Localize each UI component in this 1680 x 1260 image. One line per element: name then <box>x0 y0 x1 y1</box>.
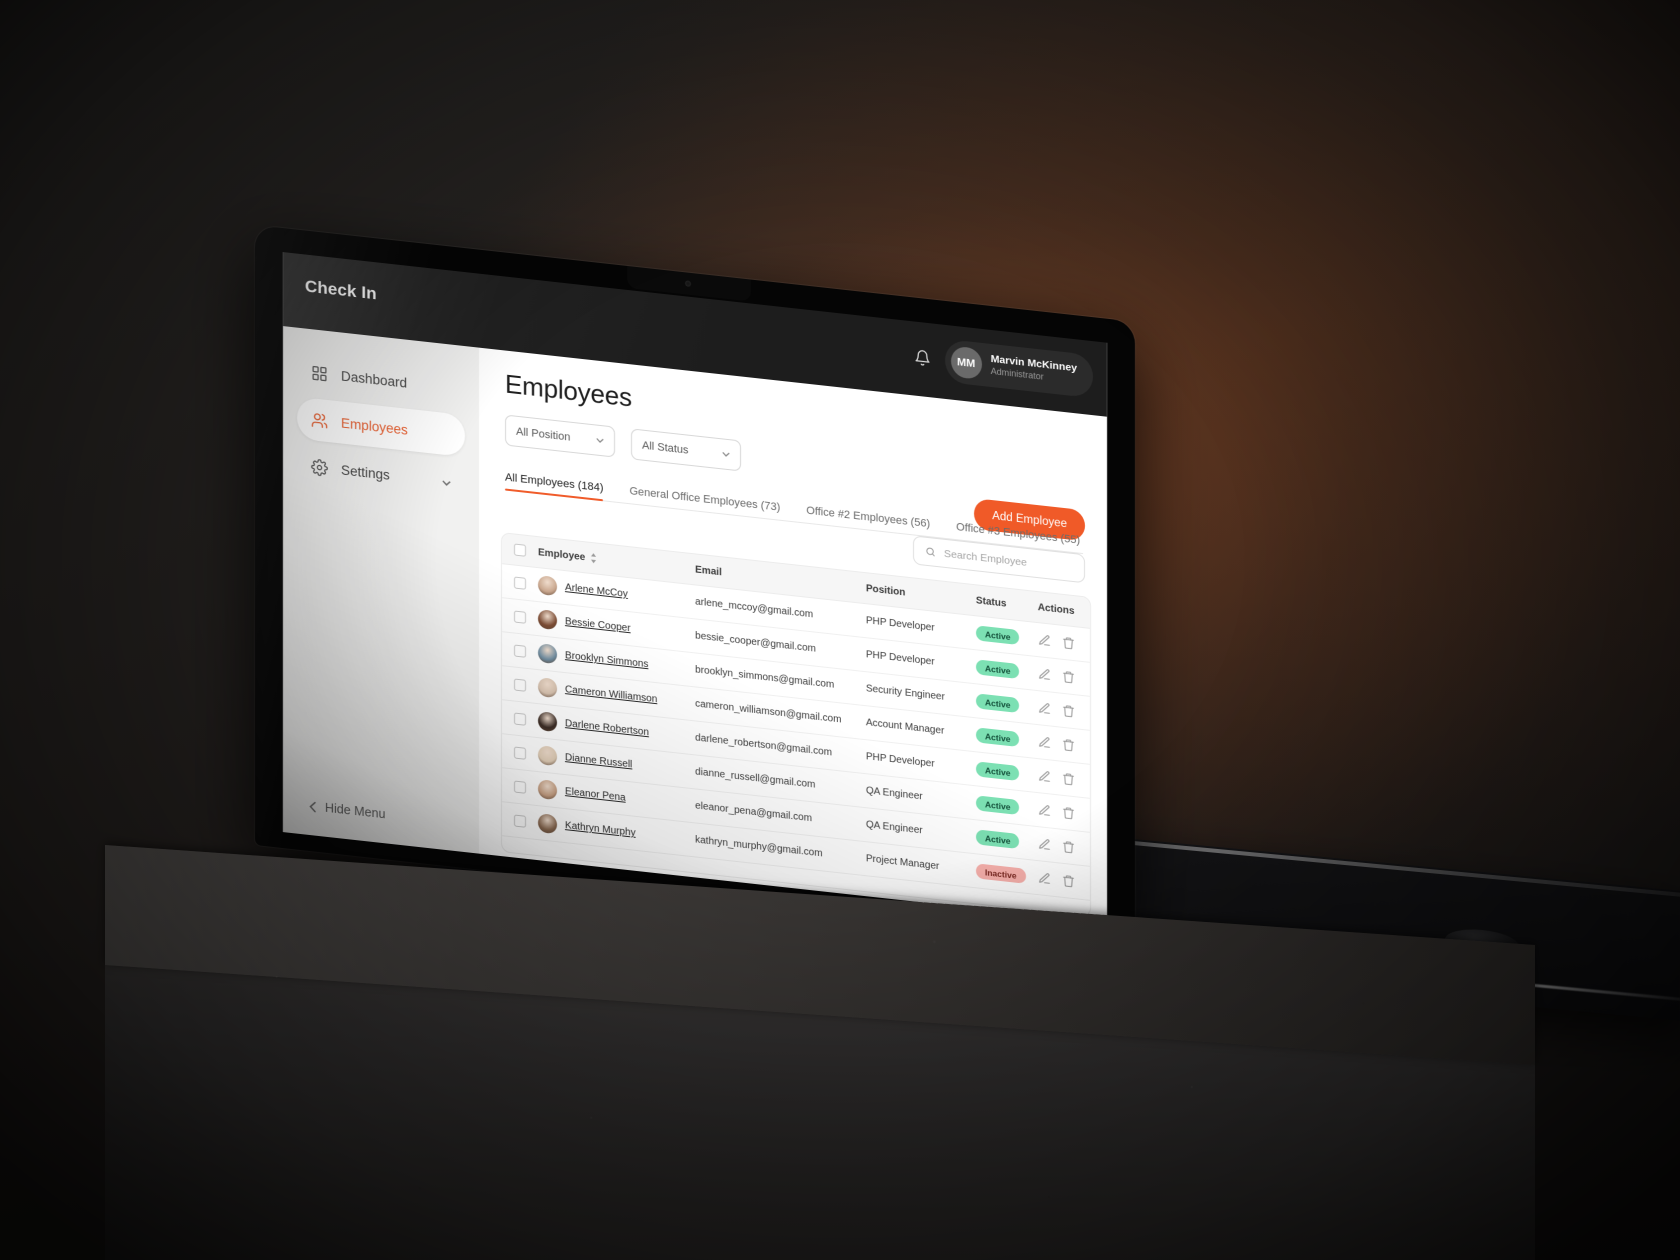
chevron-down-icon <box>596 438 604 443</box>
row-checkbox[interactable] <box>514 745 526 760</box>
hide-menu-label: Hide Menu <box>325 800 386 822</box>
row-checkbox[interactable] <box>514 677 526 692</box>
employee-name-link[interactable]: Darlene Robertson <box>565 718 649 738</box>
trash-icon[interactable] <box>1062 704 1075 718</box>
pencil-icon[interactable] <box>1038 803 1051 817</box>
row-checkbox[interactable] <box>514 779 526 794</box>
employee-name-link[interactable]: Bessie Cooper <box>565 616 631 634</box>
row-select-cell <box>502 665 532 703</box>
row-select-cell <box>502 563 532 601</box>
row-checkbox[interactable] <box>514 609 526 624</box>
laptop-mockup: Check In MM Marvin McKinney Administrato… <box>255 225 1680 1022</box>
column-label-employee: Employee <box>538 546 586 563</box>
row-checkbox[interactable] <box>514 575 526 590</box>
avatar <box>538 575 557 597</box>
top-bar-right-cluster: MM Marvin McKinney Administrator <box>914 335 1093 399</box>
avatar <box>538 779 557 801</box>
trash-icon[interactable] <box>1062 772 1075 786</box>
sort-arrows-icon[interactable] <box>590 553 597 564</box>
filter-label: All Position <box>516 425 571 444</box>
gear-icon <box>311 458 328 476</box>
filter-row: All Position All Status <box>505 414 741 472</box>
sidebar-nav: Dashboard Employees Settings <box>283 326 479 506</box>
pencil-icon[interactable] <box>1038 769 1051 783</box>
row-select-cell <box>502 699 532 737</box>
status-badge: Active <box>975 795 1020 816</box>
hide-menu-button[interactable]: Hide Menu <box>309 799 385 821</box>
employee-name-link[interactable]: Cameron Williamson <box>565 684 657 705</box>
avatar <box>538 643 557 665</box>
app-screen: Check In MM Marvin McKinney Administrato… <box>283 252 1107 923</box>
pencil-icon[interactable] <box>1038 667 1051 681</box>
avatar: MM <box>950 345 982 380</box>
sidebar-item-label: Employees <box>341 414 408 438</box>
employee-name-link[interactable]: Dianne Russell <box>565 752 632 770</box>
sidebar-item-label: Settings <box>341 461 390 483</box>
select-all-header <box>502 533 532 567</box>
page-title: Employees <box>505 368 632 413</box>
row-select-cell <box>502 597 532 635</box>
employee-name-link[interactable]: Eleanor Pena <box>565 786 626 804</box>
chevron-down-icon <box>722 451 730 457</box>
chevron-down-icon[interactable] <box>442 480 451 487</box>
row-select-cell <box>502 767 532 805</box>
pencil-icon[interactable] <box>1038 633 1051 647</box>
trash-icon[interactable] <box>1062 670 1075 684</box>
main-content: Employees All Position All Status Add Em… <box>479 347 1107 923</box>
row-checkbox[interactable] <box>514 643 526 658</box>
select-all-checkbox[interactable] <box>514 543 526 557</box>
avatar <box>538 813 557 835</box>
bell-icon[interactable] <box>914 348 931 367</box>
status-badge: Active <box>975 761 1020 782</box>
sidebar-item-label: Dashboard <box>341 367 408 391</box>
scene: Check In MM Marvin McKinney Administrato… <box>0 0 1680 1260</box>
employee-name-link[interactable]: Kathryn Murphy <box>565 820 636 839</box>
chevron-left-icon <box>309 801 316 812</box>
avatar <box>538 677 557 699</box>
pencil-icon[interactable] <box>1038 735 1051 749</box>
tab-office-2-employees[interactable]: Office #2 Employees (56) <box>806 505 930 538</box>
status-badge: Active <box>975 727 1020 748</box>
concrete-pedestal <box>105 845 1535 1260</box>
pencil-icon[interactable] <box>1038 701 1051 715</box>
row-select-cell <box>502 801 532 839</box>
status-badge: Active <box>975 693 1020 714</box>
row-checkbox[interactable] <box>514 711 526 726</box>
avatar <box>538 711 557 733</box>
employee-name-link[interactable]: Arlene McCoy <box>565 582 628 600</box>
row-select-cell <box>502 631 532 669</box>
employee-name-link[interactable]: Brooklyn Simmons <box>565 650 648 670</box>
search-input[interactable] <box>944 547 1064 573</box>
tab-all-employees[interactable]: All Employees (184) <box>505 472 603 502</box>
laptop-screen-lid: Check In MM Marvin McKinney Administrato… <box>255 225 1135 942</box>
users-icon <box>311 412 328 428</box>
row-checkbox[interactable] <box>514 813 526 828</box>
status-badge: Active <box>975 659 1020 680</box>
row-select-cell <box>502 733 532 771</box>
tab-general-office-employees[interactable]: General Office Employees (73) <box>629 485 780 521</box>
avatar <box>538 745 557 767</box>
status-badge: Active <box>975 625 1020 646</box>
app-brand-title: Check In <box>305 276 377 304</box>
filter-all-position[interactable]: All Position <box>505 414 615 458</box>
avatar <box>538 609 557 631</box>
webcam-icon <box>685 280 691 287</box>
trash-icon[interactable] <box>1062 738 1075 752</box>
trash-icon[interactable] <box>1062 636 1075 650</box>
filter-label: All Status <box>642 439 689 457</box>
user-profile-chip[interactable]: MM Marvin McKinney Administrator <box>944 338 1093 399</box>
filter-all-status[interactable]: All Status <box>631 428 741 472</box>
trash-icon[interactable] <box>1062 806 1075 820</box>
grid-icon <box>312 365 327 381</box>
search-icon <box>926 547 935 557</box>
sidebar: Dashboard Employees Settings Hide Menu <box>283 326 479 854</box>
